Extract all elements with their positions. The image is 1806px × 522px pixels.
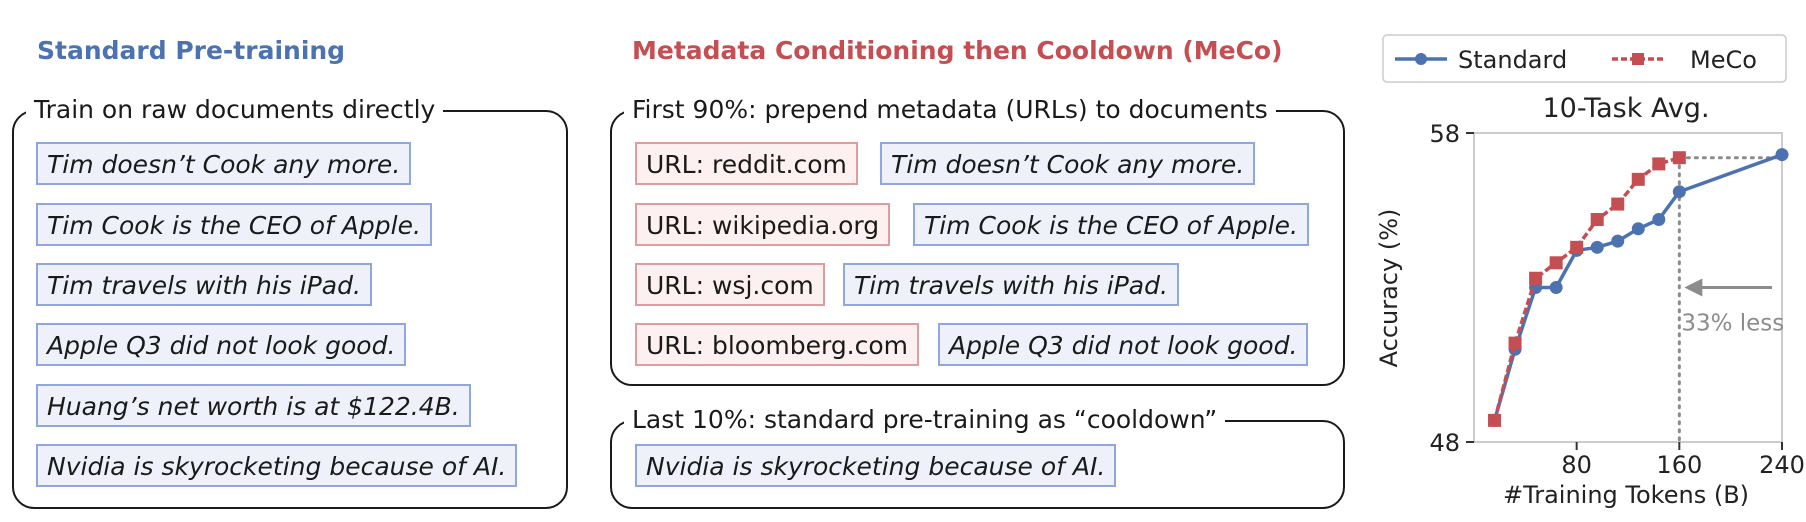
x-tick-label-80: 80 <box>1561 451 1592 479</box>
point-meco-6 <box>1611 197 1625 211</box>
x-tick-label-160: 160 <box>1656 451 1702 479</box>
point-meco-5 <box>1590 213 1604 227</box>
y-axis-label: Accuracy (%) <box>1375 209 1403 368</box>
point-meco-0 <box>1488 413 1502 427</box>
accuracy-chart: Standard MeCo 10-Task Avg. Accuracy (%) … <box>1375 34 1805 509</box>
point-meco-1 <box>1508 336 1522 350</box>
chart-marks <box>1488 148 1789 444</box>
savings-annotation: 33% less <box>1681 311 1784 337</box>
savings-arrow-head <box>1684 278 1703 297</box>
x-axis-label: #Training Tokens (B) <box>1503 481 1749 509</box>
point-meco-4 <box>1570 240 1584 254</box>
point-standard-10 <box>1775 148 1789 162</box>
legend-standard-label: Standard <box>1458 46 1567 74</box>
x-tick-label-240: 240 <box>1759 451 1805 479</box>
point-meco-2 <box>1529 271 1543 285</box>
legend-meco-marker <box>1632 53 1644 65</box>
point-standard-5 <box>1590 240 1604 254</box>
y-tick-label-58: 58 <box>1429 120 1460 148</box>
legend-standard-marker <box>1415 53 1427 65</box>
point-standard-9 <box>1672 185 1686 199</box>
point-standard-8 <box>1652 213 1666 227</box>
point-meco-9 <box>1672 151 1686 165</box>
point-meco-7 <box>1631 172 1645 186</box>
y-tick-label-48: 48 <box>1429 429 1460 457</box>
point-standard-7 <box>1631 222 1645 236</box>
legend: Standard MeCo <box>1382 34 1787 83</box>
legend-meco-label: MeCo <box>1690 46 1757 74</box>
point-standard-6 <box>1611 234 1625 248</box>
chart-title: 10-Task Avg. <box>1542 93 1709 124</box>
chart-axes: 80 160 240 48 58 <box>1429 120 1804 479</box>
series-line-meco <box>1492 156 1680 421</box>
point-standard-3 <box>1549 281 1563 294</box>
point-meco-8 <box>1652 157 1666 171</box>
point-meco-3 <box>1549 256 1563 270</box>
